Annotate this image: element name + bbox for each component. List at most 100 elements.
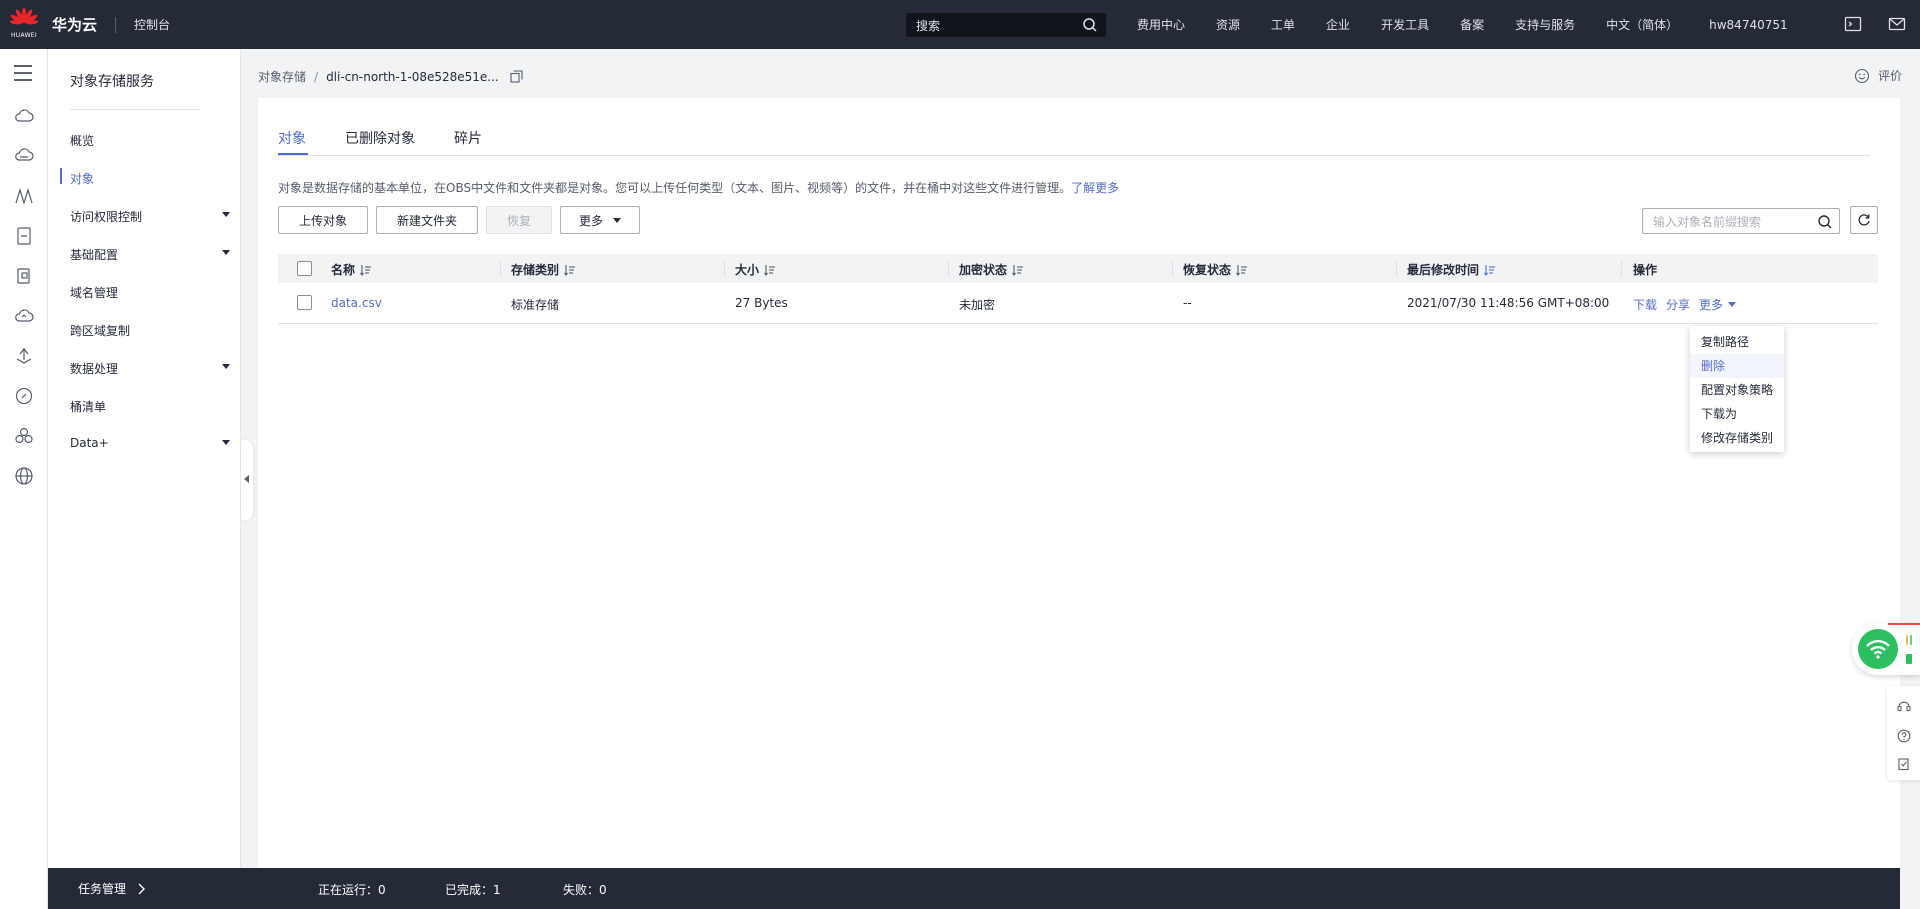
database-icon[interactable] [14, 266, 34, 286]
menu-item-change-storage-class[interactable]: 修改存储类别 [1690, 426, 1784, 450]
mail-icon[interactable] [1888, 15, 1906, 33]
network-icon[interactable] [14, 186, 34, 206]
sort-icon[interactable] [360, 264, 372, 276]
copy-icon[interactable] [510, 70, 523, 83]
sort-icon[interactable] [764, 264, 776, 276]
menu-item-object-policy[interactable]: 配置对象策略 [1690, 378, 1784, 402]
nav-user-account[interactable]: hw84740751 [1709, 18, 1788, 32]
column-last-modified[interactable]: 最后修改时间 [1407, 261, 1496, 278]
refresh-button[interactable] [1850, 206, 1878, 234]
compass-icon[interactable] [14, 386, 34, 406]
feedback-button[interactable]: 评价 [1854, 67, 1902, 84]
console-link[interactable]: 控制台 [134, 16, 170, 33]
sidebar-item-label: 域名管理 [70, 286, 119, 300]
cell-storage-class: 标准存储 [511, 298, 560, 312]
nav-support[interactable]: 支持与服务 [1515, 16, 1575, 33]
object-search-input[interactable]: 输入对象名前缀搜索 [1642, 208, 1840, 234]
cloud-icon[interactable] [14, 106, 34, 126]
share-link[interactable]: 分享 [1666, 296, 1690, 313]
cell-encryption: 未加密 [959, 298, 996, 312]
column-size[interactable]: 大小 [735, 261, 776, 278]
column-encryption[interactable]: 加密状态 [959, 261, 1024, 278]
cluster-icon[interactable] [14, 426, 34, 446]
caret-left-icon [244, 475, 249, 483]
sort-icon[interactable] [1012, 264, 1024, 276]
upload-object-label: 上传对象 [298, 213, 347, 228]
column-restore-status[interactable]: 恢复状态 [1183, 261, 1248, 278]
cloud-server-icon[interactable] [14, 146, 34, 166]
select-all-checkbox[interactable] [297, 261, 312, 276]
column-divider [1396, 260, 1397, 277]
sidebar-item-label: 概览 [70, 134, 95, 148]
menu-item-download-as[interactable]: 下载为 [1690, 402, 1784, 426]
nav-tickets[interactable]: 工单 [1271, 16, 1295, 33]
refresh-icon [1858, 214, 1870, 226]
network-status-widget[interactable] [1852, 623, 1920, 675]
sidebar-item-label: 数据处理 [70, 362, 119, 376]
completed-value: 1 [493, 883, 501, 897]
menu-icon[interactable] [13, 64, 33, 82]
storage-icon[interactable] [14, 226, 34, 246]
row-checkbox[interactable] [297, 295, 312, 310]
tab-objects[interactable]: 对象 [278, 128, 306, 148]
nav-language[interactable]: 中文（简体） [1606, 16, 1678, 33]
sidebar-item-inventory[interactable]: 桶清单 [70, 398, 230, 415]
more-actions-button[interactable]: 更多 [560, 206, 640, 234]
sidebar-item-domain[interactable]: 域名管理 [70, 284, 230, 301]
sidebar-item-access-control[interactable]: 访问权限控制 [70, 208, 230, 225]
row-actions: 下载 分享 更多 [1633, 296, 1737, 313]
column-label: 操作 [1633, 263, 1658, 277]
cloud-upload-icon[interactable] [14, 306, 34, 326]
sidebar-item-basic-config[interactable]: 基础配置 [70, 246, 230, 263]
nav-icp[interactable]: 备案 [1460, 16, 1484, 33]
breadcrumb-root[interactable]: 对象存储 [258, 68, 306, 85]
menu-item-copy-path[interactable]: 复制路径 [1690, 330, 1784, 354]
upload-object-button[interactable]: 上传对象 [278, 206, 368, 234]
terminal-icon[interactable] [1844, 15, 1862, 33]
cell-restore-status: -- [1183, 296, 1192, 310]
object-name-link[interactable]: data.csv [331, 296, 382, 310]
globe-icon[interactable] [14, 466, 34, 486]
caret-down-icon [222, 250, 230, 255]
nav-billing[interactable]: 费用中心 [1137, 16, 1185, 33]
object-search-placeholder: 输入对象名前缀搜索 [1653, 214, 1762, 229]
nav-enterprise[interactable]: 企业 [1326, 16, 1350, 33]
sort-active-icon[interactable] [1484, 264, 1496, 276]
nav-resources[interactable]: 资源 [1216, 16, 1240, 33]
nav-dev-tools[interactable]: 开发工具 [1381, 16, 1429, 33]
column-name[interactable]: 名称 [331, 261, 372, 278]
completed-label: 已完成： [445, 883, 494, 897]
huawei-logo[interactable]: HUAWEI 华为云 [10, 7, 97, 43]
sidebar-item-overview[interactable]: 概览 [70, 132, 230, 149]
column-storage-class[interactable]: 存储类别 [511, 261, 576, 278]
help-icon[interactable] [1897, 729, 1911, 743]
tab-deleted-objects[interactable]: 已删除对象 [345, 128, 415, 148]
column-divider [500, 260, 501, 277]
task-management-bar: 任务管理 正在运行：0 已完成：1 失败：0 [48, 868, 1900, 909]
sidebar-collapse-toggle[interactable] [241, 440, 253, 520]
sidebar-item-data-plus[interactable]: Data+ [70, 436, 230, 450]
learn-more-link[interactable]: 了解更多 [1071, 181, 1119, 195]
column-label: 最后修改时间 [1407, 263, 1480, 277]
deploy-icon[interactable] [14, 346, 34, 366]
new-folder-button[interactable]: 新建文件夹 [376, 206, 478, 234]
search-icon[interactable] [1082, 17, 1098, 33]
sort-icon[interactable] [564, 264, 576, 276]
status-line [1888, 623, 1920, 625]
menu-item-delete[interactable]: 删除 [1690, 354, 1784, 378]
headset-icon[interactable] [1897, 699, 1911, 713]
search-icon[interactable] [1817, 214, 1833, 230]
sort-icon[interactable] [1236, 264, 1248, 276]
more-dropdown-toggle[interactable]: 更多 [1699, 296, 1737, 313]
task-management-toggle[interactable]: 任务管理 [78, 880, 146, 897]
feedback-edit-icon[interactable] [1897, 757, 1911, 771]
sidebar-item-cross-region[interactable]: 跨区域复制 [70, 322, 230, 339]
sidebar-item-data-processing[interactable]: 数据处理 [70, 360, 230, 377]
column-divider [1621, 260, 1622, 277]
tab-fragments[interactable]: 碎片 [454, 128, 482, 148]
download-link[interactable]: 下载 [1633, 296, 1657, 313]
restore-label: 恢复 [506, 213, 531, 228]
sidebar-item-objects[interactable]: 对象 [70, 170, 230, 187]
global-search-input[interactable]: 搜索 [906, 13, 1106, 37]
restore-button[interactable]: 恢复 [486, 206, 552, 234]
